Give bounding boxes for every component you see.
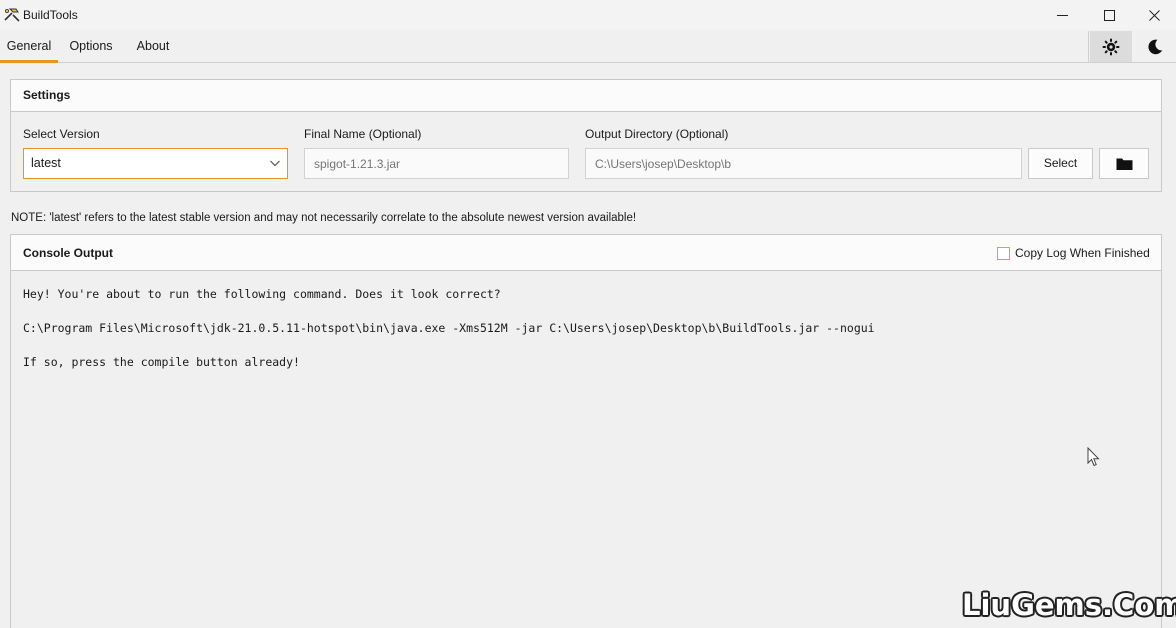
tab-options[interactable]: Options	[62, 30, 120, 63]
console-line: Hey! You're about to run the following c…	[23, 287, 501, 301]
console-line: If so, press the compile button already!	[23, 355, 300, 369]
version-note: NOTE: 'latest' refers to the latest stab…	[11, 212, 637, 224]
close-button[interactable]	[1131, 0, 1176, 30]
chevron-down-icon	[270, 160, 280, 167]
close-icon	[1148, 9, 1160, 21]
tab-about[interactable]: About	[128, 30, 178, 63]
window-title: BuildTools	[23, 8, 78, 22]
maximize-icon	[1103, 9, 1115, 21]
console-title: Console Output	[11, 235, 1161, 271]
final-name-input[interactable]	[304, 148, 569, 179]
watermark: LiuGems.Com	[962, 588, 1176, 622]
version-dropdown[interactable]: latest	[23, 148, 288, 179]
maximize-button[interactable]	[1086, 0, 1132, 30]
final-name-label: Final Name (Optional)	[304, 127, 422, 141]
select-version-label: Select Version	[23, 127, 100, 141]
sun-icon	[1102, 38, 1120, 55]
copy-log-option[interactable]: Copy Log When Finished	[997, 246, 1150, 260]
copy-log-checkbox[interactable]	[997, 246, 1010, 260]
theme-toggle	[1088, 31, 1176, 62]
output-directory-label: Output Directory (Optional)	[585, 127, 729, 141]
console-line: C:\Program Files\Microsoft\jdk-21.0.5.11…	[23, 321, 875, 335]
output-directory-input[interactable]	[585, 148, 1022, 179]
open-folder-button[interactable]	[1099, 148, 1149, 179]
copy-log-label: Copy Log When Finished	[1015, 246, 1150, 260]
console-panel: Console Output Copy Log When Finished He…	[10, 234, 1162, 628]
tab-bar: General Options About	[0, 30, 1176, 63]
title-bar: BuildTools	[0, 0, 1176, 30]
version-value: latest	[31, 156, 61, 170]
settings-title: Settings	[11, 80, 1161, 112]
moon-icon	[1148, 39, 1163, 54]
select-button[interactable]: Select	[1028, 148, 1093, 179]
buildtools-hammer-icon	[4, 8, 20, 22]
tab-general[interactable]: General	[0, 30, 58, 63]
minimize-button[interactable]	[1039, 0, 1085, 30]
folder-icon	[1116, 158, 1132, 170]
minimize-icon	[1056, 14, 1068, 16]
mouse-pointer-icon	[1087, 447, 1100, 467]
light-theme-button[interactable]	[1090, 31, 1132, 62]
dark-theme-button[interactable]	[1134, 31, 1176, 62]
console-output[interactable]: Hey! You're about to run the following c…	[11, 271, 1161, 628]
settings-panel: Settings Select Version Final Name (Opti…	[10, 79, 1162, 192]
